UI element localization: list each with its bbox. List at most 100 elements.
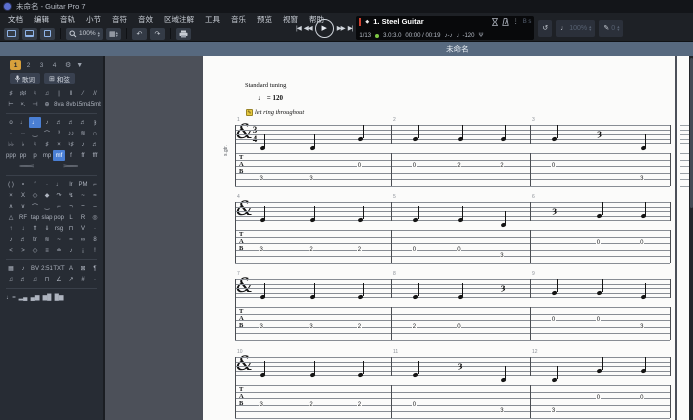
palette-icon-g2r5c4[interactable]: ~ [53,234,65,245]
swing-setting[interactable]: ♪-♪ [444,33,452,39]
palette-icon-g2r6c1[interactable]: > [17,245,29,256]
palette-icon-g1r0c5[interactable]: ♬ [65,117,77,128]
menu-item-9[interactable]: 预览 [257,14,272,25]
palette-icon-g2r5c1[interactable]: ♬ [17,234,29,245]
palette-icon-g0r0c2[interactable]: ♮ [29,88,41,99]
palette-icon-g3r1c2[interactable]: ♫ [29,274,41,285]
palette-icon-g2r0c7[interactable]: ⌐ [89,179,101,190]
tab-fret-number[interactable]: 0 [412,401,417,408]
tab-fret-number[interactable]: 2 [308,401,314,408]
palette-icon-g2r1c5[interactable]: ↯ [65,190,77,201]
palette-icon-g1r1c5[interactable]: ♪♪ [65,128,77,139]
palette-icon-g1r2c2[interactable]: ♮ [29,139,41,150]
tab-fret-number[interactable]: 3 [308,176,314,182]
menu-item-5[interactable]: 音效 [138,14,153,25]
palette-icon-g0r0c7[interactable]: // [89,88,101,99]
undo-button[interactable]: ↶ [131,27,147,40]
palette-icon-g2r5c5[interactable]: ≈ [65,234,77,245]
menu-item-7[interactable]: 工具 [205,14,220,25]
palette-icon-g0r0c3[interactable]: ♫ [41,88,53,99]
tab-fret-number[interactable]: 0 [456,323,462,330]
palette-icon-g2r0c1[interactable]: ∘ [17,179,29,190]
palette-icon-g2r2c2[interactable]: ⌒ [29,201,41,212]
palette-icon-g1r3c1[interactable]: pp [17,150,29,161]
palette-icon-g3r0c5[interactable]: A [65,263,77,274]
palette-icon-g3r1c6[interactable]: # [77,274,89,285]
redo-button[interactable]: ↷ [149,27,165,40]
palette-icon-g1r1c6[interactable]: ≋ [77,128,89,139]
palette-icon-g1r2c4[interactable]: × [53,139,65,150]
voice-button-1[interactable]: 1 [10,60,21,70]
palette-icon-g1r2c6[interactable]: ♪ [77,139,89,150]
palette-icon-g2r0c5[interactable]: lr [65,179,77,190]
palette-icon-g2r2c4[interactable]: ⌐ [53,201,65,212]
rewind-button[interactable]: ◀◀ [304,24,313,32]
palette-icon-g1r1c7[interactable]: ∩ [89,128,101,139]
scrollbar-thumb[interactable] [689,58,693,208]
palette-icon-g3r0c4[interactable]: TXT [53,263,65,274]
palette-icon-g3r0c0[interactable]: ▦ [5,263,17,274]
palette-icon-g3r0c3[interactable]: 2:51 [41,263,53,274]
tab-fret-number[interactable]: 2 [456,163,462,169]
palette-icon-g1r3c0[interactable]: ppp [5,150,17,161]
palette-icon-g0r1c7[interactable]: 15mb [89,99,101,110]
palette-icon-g2r6c6[interactable]: ¡ [77,245,89,256]
palette-icon-g2r3c7[interactable]: ◎ [89,212,101,223]
tab-fret-number[interactable]: 3 [258,246,264,253]
palette-icon-g0r0c1[interactable]: ♯♯ [17,88,29,99]
tab-fret-number[interactable]: 2 [499,163,505,169]
tab-fret-number[interactable]: 0 [639,395,644,401]
track-info-panel[interactable]: ◆ 1. Steel Guitar ⋮ B s 1/13 3.0:3.0 00:… [356,16,535,40]
palette-icon-g2r1c3[interactable]: ◆ [41,190,53,201]
multivoice-icon[interactable]: ⚙ [65,61,71,69]
palette-icon-g2r4c7[interactable]: · [89,223,101,234]
metronome-icon[interactable] [502,17,509,26]
palette-icon-g1r4c0[interactable]: < [5,161,49,172]
palette-icon-g3r0c1[interactable]: ♪ [17,263,29,274]
palette-icon-g0r1c0[interactable]: ⊢ [5,99,17,110]
tab-fret-number[interactable]: 0 [596,317,601,323]
bank-solo-letters[interactable]: B s [523,19,532,25]
palette-icon-g1r0c3[interactable]: ♪ [41,117,53,128]
palette-icon-g2r6c2[interactable]: ◇ [29,245,41,256]
palette-icon-g4r0c0[interactable]: ♩= [5,292,17,303]
menu-item-0[interactable]: 文档 [8,14,23,25]
palette-icon-g4r0c4[interactable]: █▆ [53,292,65,303]
palette-icon-g3r1c3[interactable]: ⊓ [41,274,53,285]
palette-icon-g2r5c2[interactable]: tr [29,234,41,245]
palette-icon-g3r1c0[interactable]: ♫ [5,274,17,285]
zoom-stepper[interactable]: ▴ ▾ [98,30,100,38]
palette-icon-g2r4c5[interactable]: ⊓ [65,223,77,234]
palette-icon-g3r1c1[interactable]: ♬ [17,274,29,285]
tab-fret-number[interactable]: 3 [258,401,264,408]
menu-item-1[interactable]: 编辑 [34,14,49,25]
palette-icon-g2r6c3[interactable]: ≡ [41,245,53,256]
palette-icon-g2r3c6[interactable]: R [77,212,89,223]
palette-icon-g2r3c2[interactable]: tap [29,212,41,223]
let-ring-marking[interactable]: ✎ let ring throughout [246,109,304,116]
palette-icon-g1r3c4[interactable]: mf [53,150,65,161]
palette-icon-g1r2c0[interactable]: ♭♭ [5,139,17,150]
palette-icon-g0r1c3[interactable]: ⊕ [41,99,53,110]
tab-fret-number[interactable]: 0 [551,163,556,169]
tab-fret-number[interactable]: 0 [456,246,462,253]
palette-icon-g1r3c3[interactable]: mp [41,150,53,161]
print-button[interactable] [175,27,191,40]
palette-icon-g2r2c1[interactable]: ∨ [17,201,29,212]
palette-icon-g2r1c7[interactable]: ≈ [89,190,101,201]
palette-icon-g4r0c1[interactable]: ▂▄ [17,292,29,303]
fast-forward-button[interactable]: ▶▶ [337,24,346,32]
tab-fret-number[interactable]: 2 [308,246,314,253]
palette-icon-g1r0c0[interactable]: o [5,117,17,128]
palette-icon-g2r4c0[interactable]: ↑ [5,223,17,234]
palette-icon-g2r1c6[interactable]: ~ [77,190,89,201]
tab-fret-number[interactable]: 3 [308,323,314,330]
palette-icon-g1r0c4[interactable]: ♬ [53,117,65,128]
palette-icon-g0r0c0[interactable]: ♯ [5,88,17,99]
palette-icon-g3r0c2[interactable]: BV [29,263,41,274]
palette-icon-g2r0c3[interactable]: · [41,179,53,190]
palette-icon-g0r1c5[interactable]: 8vb [65,99,77,110]
tab-fret-number[interactable]: 0 [639,240,644,246]
palette-icon-g2r1c0[interactable]: × [5,190,17,201]
voice-button-3[interactable]: 3 [36,60,47,70]
